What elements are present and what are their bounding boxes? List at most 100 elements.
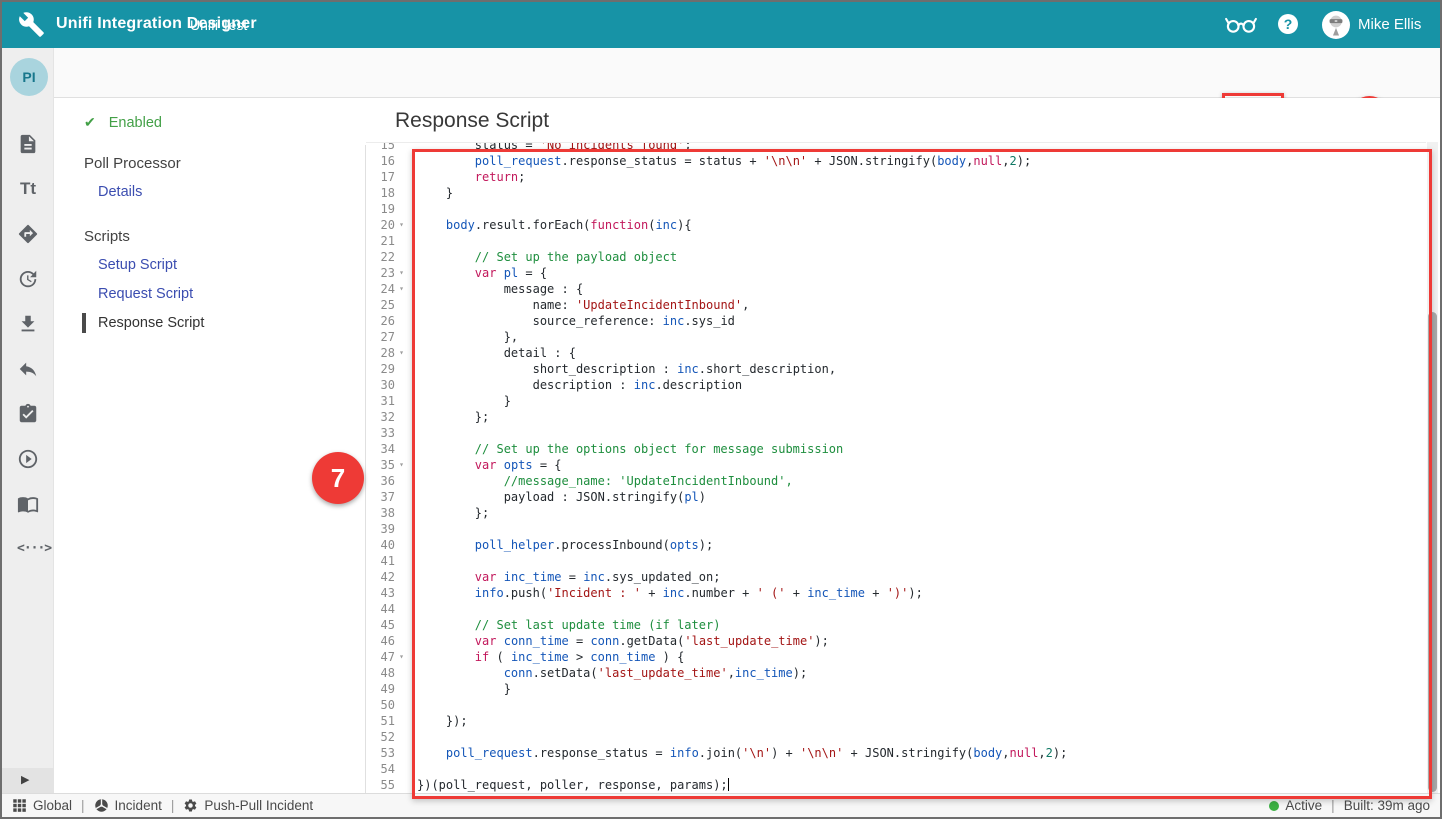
code-line[interactable]: 24▾ message : { bbox=[366, 281, 1426, 297]
text-format-icon[interactable]: Tt bbox=[17, 178, 39, 200]
play-icon[interactable] bbox=[17, 448, 39, 470]
documentation-icon[interactable] bbox=[17, 493, 39, 515]
line-number: 28 bbox=[366, 345, 395, 361]
spectacles-icon[interactable] bbox=[1224, 14, 1258, 36]
scope-global[interactable]: Global bbox=[12, 798, 72, 813]
code-text: // Set up the options object for message… bbox=[417, 441, 843, 457]
fold-gutter bbox=[395, 425, 408, 441]
code-line[interactable]: 54 bbox=[366, 761, 1426, 777]
code-line[interactable]: 39 bbox=[366, 521, 1426, 537]
code-line[interactable]: 37 payload : JSON.stringify(pl) bbox=[366, 489, 1426, 505]
code-line[interactable]: 47▾ if ( inc_time > conn_time ) { bbox=[366, 649, 1426, 665]
code-line[interactable]: 19 bbox=[366, 201, 1426, 217]
fold-gutter bbox=[395, 601, 408, 617]
code-line[interactable]: 45 // Set last update time (if later) bbox=[366, 617, 1426, 633]
fold-toggle-icon[interactable]: ▾ bbox=[395, 649, 408, 665]
fold-gutter bbox=[395, 313, 408, 329]
code-line[interactable]: 20▾ body.result.forEach(function(inc){ bbox=[366, 217, 1426, 233]
code-line[interactable]: 51 }); bbox=[366, 713, 1426, 729]
avatar[interactable] bbox=[1322, 11, 1350, 39]
code-text: } bbox=[417, 393, 511, 409]
nav-item-request-script[interactable]: Request Script bbox=[98, 286, 193, 302]
code-text: // Set up the payload object bbox=[417, 249, 677, 265]
code-line[interactable]: 44 bbox=[366, 601, 1426, 617]
code-line[interactable]: 42 var inc_time = inc.sys_updated_on; bbox=[366, 569, 1426, 585]
code-line[interactable]: 30 description : inc.description bbox=[366, 377, 1426, 393]
fold-gutter bbox=[395, 409, 408, 425]
code-line[interactable]: 40 poll_helper.processInbound(opts); bbox=[366, 537, 1426, 553]
scrollbar-thumb[interactable] bbox=[1428, 312, 1437, 792]
line-number: 35 bbox=[366, 457, 395, 473]
code-line[interactable]: 32 }; bbox=[366, 409, 1426, 425]
fold-toggle-icon[interactable]: ▾ bbox=[395, 457, 408, 473]
sidebar-collapse-toggle[interactable]: ▶ bbox=[2, 768, 54, 793]
code-text: var inc_time = inc.sys_updated_on; bbox=[417, 569, 720, 585]
document-icon[interactable] bbox=[17, 133, 39, 155]
fold-gutter bbox=[395, 393, 408, 409]
code-line[interactable]: 17 return; bbox=[366, 169, 1426, 185]
fold-toggle-icon[interactable]: ▾ bbox=[395, 217, 408, 233]
tasks-icon[interactable] bbox=[17, 403, 39, 425]
chevron-right-icon: ▶ bbox=[21, 773, 29, 786]
code-line[interactable]: 38 }; bbox=[366, 505, 1426, 521]
code-line[interactable]: 21 bbox=[366, 233, 1426, 249]
download-icon[interactable] bbox=[17, 313, 39, 335]
code-line[interactable]: 31 } bbox=[366, 393, 1426, 409]
code-text: if ( inc_time > conn_time ) { bbox=[417, 649, 684, 665]
code-line[interactable]: 28▾ detail : { bbox=[366, 345, 1426, 361]
code-line[interactable]: 34 // Set up the options object for mess… bbox=[366, 441, 1426, 457]
code-line[interactable]: 35▾ var opts = { bbox=[366, 457, 1426, 473]
code-line[interactable]: 49 } bbox=[366, 681, 1426, 697]
fold-toggle-icon[interactable]: ▾ bbox=[395, 281, 408, 297]
fold-toggle-icon[interactable]: ▾ bbox=[395, 265, 408, 281]
application-incident[interactable]: Incident bbox=[94, 798, 162, 813]
code-line[interactable]: 43 info.push('Incident : ' + inc.number … bbox=[366, 585, 1426, 601]
fold-gutter bbox=[395, 201, 408, 217]
code-line[interactable]: 52 bbox=[366, 729, 1426, 745]
user-name[interactable]: Mike Ellis bbox=[1358, 16, 1421, 33]
annotation-step-7: 7 bbox=[312, 452, 364, 504]
code-line[interactable]: 36 //message_name: 'UpdateIncidentInboun… bbox=[366, 473, 1426, 489]
nav-item-details[interactable]: Details bbox=[98, 184, 142, 200]
reply-icon[interactable] bbox=[17, 358, 39, 380]
code-line[interactable]: 18 } bbox=[366, 185, 1426, 201]
code-line[interactable]: 29 short_description : inc.short_descrip… bbox=[366, 361, 1426, 377]
code-line[interactable]: 22 // Set up the payload object bbox=[366, 249, 1426, 265]
code-line[interactable]: 46 var conn_time = conn.getData('last_up… bbox=[366, 633, 1426, 649]
fold-toggle-icon[interactable]: ▾ bbox=[395, 345, 408, 361]
fold-gutter bbox=[395, 441, 408, 457]
help-icon[interactable]: ? bbox=[1278, 14, 1298, 34]
nav-item-setup-script[interactable]: Setup Script bbox=[98, 257, 177, 273]
code-icon[interactable]: <···> bbox=[17, 538, 39, 560]
code-line[interactable]: 48 conn.setData('last_update_time',inc_t… bbox=[366, 665, 1426, 681]
directions-icon[interactable] bbox=[17, 223, 39, 245]
code-line[interactable]: 16 poll_request.response_status = status… bbox=[366, 153, 1426, 169]
line-number: 22 bbox=[366, 249, 395, 265]
code-line[interactable]: 23▾ var pl = { bbox=[366, 265, 1426, 281]
code-line[interactable]: 41 bbox=[366, 553, 1426, 569]
line-number: 25 bbox=[366, 297, 395, 313]
nav-item-response-script[interactable]: Response Script bbox=[98, 315, 204, 331]
code-line[interactable]: 15 status = 'No incidents found'; bbox=[366, 142, 1426, 153]
code-line[interactable]: 33 bbox=[366, 425, 1426, 441]
fold-gutter bbox=[395, 713, 408, 729]
fold-gutter bbox=[395, 169, 408, 185]
integration-push-pull-incident[interactable]: Push-Pull Incident bbox=[183, 798, 313, 813]
code-line[interactable]: 55})(poll_request, poller, response, par… bbox=[366, 777, 1426, 793]
code-line[interactable]: 26 source_reference: inc.sys_id bbox=[366, 313, 1426, 329]
editor-scrollbar[interactable] bbox=[1427, 142, 1438, 793]
code-text: } bbox=[417, 681, 511, 697]
code-line[interactable]: 53 poll_request.response_status = info.j… bbox=[366, 745, 1426, 761]
code-line[interactable]: 25 name: 'UpdateIncidentInbound', bbox=[366, 297, 1426, 313]
line-number: 29 bbox=[366, 361, 395, 377]
update-icon[interactable] bbox=[17, 268, 39, 290]
line-number: 36 bbox=[366, 473, 395, 489]
code-line[interactable]: 27 }, bbox=[366, 329, 1426, 345]
line-number: 55 bbox=[366, 777, 395, 793]
line-number: 21 bbox=[366, 233, 395, 249]
line-number: 23 bbox=[366, 265, 395, 281]
code-line[interactable]: 50 bbox=[366, 697, 1426, 713]
script-editor[interactable]: 15 status = 'No incidents found';16 poll… bbox=[366, 142, 1426, 793]
nav-section-scripts: Scripts bbox=[84, 228, 130, 245]
integration-avatar[interactable]: PI bbox=[10, 58, 48, 96]
